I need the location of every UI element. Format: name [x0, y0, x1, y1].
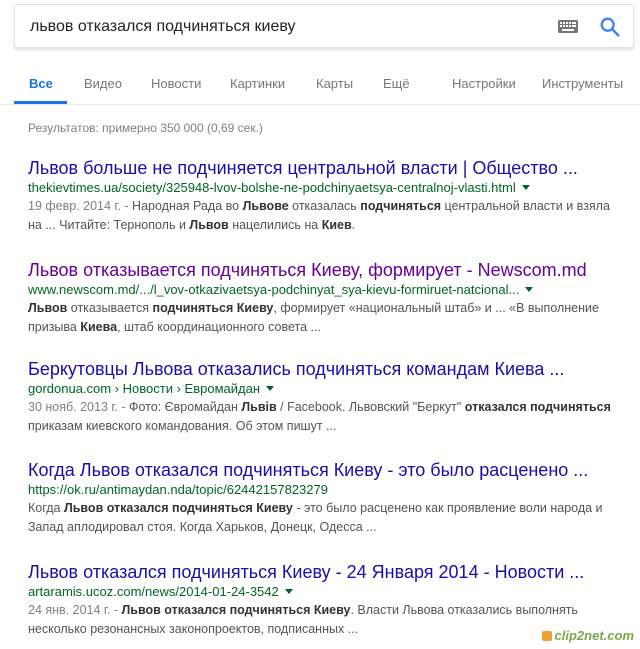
highlighted-term: Львов отказался подчиняться Киеву: [121, 603, 351, 617]
snippet-line: несколько резонансных законопроектов, по…: [28, 620, 628, 639]
url-dropdown-icon[interactable]: [521, 185, 530, 190]
search-tabs: Все Видео Новости Картинки Карты Ещё Нас…: [0, 68, 640, 104]
snippet-line: призыва Киева, штаб координационного сов…: [28, 318, 628, 337]
snippet-text: призыва: [28, 320, 81, 334]
snippet-text: - это было расценено как проявление воли…: [292, 501, 603, 515]
search-result: Львов отказался подчиняться Киеву - 24 Я…: [28, 561, 628, 639]
snippet-line: Львов отказывается подчиняться Киеву, фо…: [28, 299, 628, 318]
snippet-text: нацелились на: [228, 218, 322, 232]
result-date: 30 нояб. 2013 г. -: [28, 400, 130, 414]
tab-tools[interactable]: Инструменты: [542, 76, 623, 91]
snippet-text: отказалась: [288, 199, 361, 213]
snippet-text: приказам киевского командования. Об этом…: [28, 419, 337, 433]
highlighted-term: отказался подчиняться: [464, 400, 611, 414]
keyboard-icon[interactable]: [558, 20, 578, 33]
result-snippet: Львов отказывается подчиняться Киеву, фо…: [28, 299, 628, 337]
search-box[interactable]: львов отказался подчиняться киеву: [14, 4, 634, 48]
watermark: clip2net.com: [541, 628, 634, 643]
snippet-text: , формирует «национальный штаб» и ... «В…: [273, 301, 599, 315]
result-url-text[interactable]: www.newscom.md/.../l_vov-otkazivaetsya-p…: [28, 282, 519, 297]
result-url-text[interactable]: artaramis.ucoz.com/news/2014-01-24-3542: [28, 584, 279, 599]
snippet-text: отказывается: [67, 301, 153, 315]
snippet-text: на ... Читайте: Тернополь и: [28, 218, 190, 232]
result-url: www.newscom.md/.../l_vov-otkazivaetsya-p…: [28, 281, 628, 299]
tab-news[interactable]: Новости: [151, 76, 201, 91]
result-date: 19 февр. 2014 г. -: [28, 199, 133, 213]
highlighted-term: Киев: [321, 218, 352, 232]
tab-more[interactable]: Ещё: [383, 76, 410, 91]
url-dropdown-icon[interactable]: [284, 589, 293, 594]
result-snippet: 24 янв. 2014 г. - Львов отказался подчин…: [28, 601, 628, 639]
url-dropdown-icon[interactable]: [266, 386, 275, 391]
snippet-text: Когда: [28, 501, 64, 515]
search-result: Львов больше не подчиняется центральной …: [28, 157, 628, 235]
result-title-link[interactable]: Беркутовцы Львова отказались подчиняться…: [28, 358, 628, 380]
snippet-text: несколько резонансных законопроектов, по…: [28, 622, 359, 636]
result-url: https://ok.ru/antimaydan.nda/topic/62442…: [28, 481, 628, 499]
result-snippet: 30 нояб. 2013 г. - Фото: Євромайдан Льві…: [28, 398, 628, 436]
search-result: Львов отказывается подчиняться Киеву, фо…: [28, 259, 628, 337]
result-title-link[interactable]: Львов отказался подчиняться Киеву - 24 Я…: [28, 561, 628, 583]
snippet-line: 30 нояб. 2013 г. - Фото: Євромайдан Льві…: [28, 398, 628, 417]
clip2net-logo-icon: [541, 631, 552, 641]
result-snippet: 19 февр. 2014 г. - Народная Рада во Льво…: [28, 197, 628, 235]
result-url: gordonua.com › Новости › Евромайдан: [28, 380, 628, 398]
snippet-line: приказам киевского командования. Об этом…: [28, 417, 628, 436]
result-url-text[interactable]: thekievtimes.ua/society/325948-lvov-bols…: [28, 180, 516, 195]
result-date: 24 янв. 2014 г. -: [28, 603, 122, 617]
snippet-text: , штаб координационного совета ...: [117, 320, 321, 334]
result-url-text[interactable]: https://ok.ru/antimaydan.nda/topic/62442…: [28, 482, 328, 497]
search-icon[interactable]: [599, 16, 621, 38]
search-input[interactable]: львов отказался подчиняться киеву: [30, 18, 296, 36]
tab-video[interactable]: Видео: [84, 76, 122, 91]
snippet-line: 24 янв. 2014 г. - Львов отказался подчин…: [28, 601, 628, 620]
snippet-text: Фото: Євромайдан: [129, 400, 242, 414]
snippet-text: . Власти Львова отказались выполнять: [350, 603, 578, 617]
result-url: artaramis.ucoz.com/news/2014-01-24-3542: [28, 583, 628, 601]
snippet-text: центральной власти и взяла: [441, 199, 610, 213]
highlighted-term: подчиняться: [360, 199, 442, 213]
tab-all[interactable]: Все: [29, 76, 53, 91]
snippet-line: Запад аплодировал стоя. Когда Харьков, Д…: [28, 518, 628, 537]
search-result: Когда Львов отказался подчиняться Киеву …: [28, 459, 628, 537]
snippet-text: Запад аплодировал стоя. Когда Харьков, Д…: [28, 520, 377, 534]
highlighted-term: Львов: [28, 301, 68, 315]
result-url: thekievtimes.ua/society/325948-lvov-bols…: [28, 179, 628, 197]
result-snippet: Когда Львов отказался подчиняться Киеву …: [28, 499, 628, 537]
highlighted-term: Львів: [241, 400, 277, 414]
highlighted-term: Львов: [189, 218, 229, 232]
snippet-line: на ... Читайте: Тернополь и Львов нацели…: [28, 216, 628, 235]
result-title-link[interactable]: Когда Львов отказался подчиняться Киеву …: [28, 459, 628, 481]
result-stats: Результатов: примерно 350 000 (0,69 сек.…: [28, 121, 263, 135]
url-dropdown-icon[interactable]: [525, 287, 534, 292]
result-url-text[interactable]: gordonua.com › Новости › Евромайдан: [28, 381, 260, 396]
snippet-line: Когда Львов отказался подчиняться Киеву …: [28, 499, 628, 518]
highlighted-term: подчиняться: [152, 301, 234, 315]
highlighted-term: Львов отказался подчиняться Киеву: [63, 501, 293, 515]
search-result: Беркутовцы Львова отказались подчиняться…: [28, 358, 628, 436]
divider: [0, 104, 640, 105]
highlighted-term: Киева: [80, 320, 118, 334]
tab-images[interactable]: Картинки: [230, 76, 285, 91]
snippet-text: .: [351, 218, 356, 232]
snippet-text: Народная Рада во: [132, 199, 243, 213]
tab-maps[interactable]: Карты: [316, 76, 353, 91]
highlighted-term: Киеву: [236, 301, 274, 315]
tab-settings[interactable]: Настройки: [452, 76, 516, 91]
snippet-text: / Facebook. Львовский "Беркут": [276, 400, 465, 414]
result-title-link[interactable]: Львов отказывается подчиняться Киеву, фо…: [28, 259, 628, 281]
snippet-line: 19 февр. 2014 г. - Народная Рада во Льво…: [28, 197, 628, 216]
highlighted-term: Львове: [242, 199, 289, 213]
result-title-link[interactable]: Львов больше не подчиняется центральной …: [28, 157, 628, 179]
